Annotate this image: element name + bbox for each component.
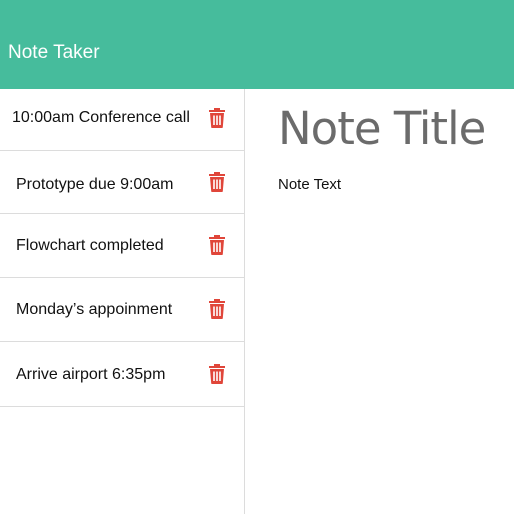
note-list: 10:00am Conference call Prototype due 9:…	[0, 89, 244, 407]
note-list-item[interactable]: 10:00am Conference call	[0, 89, 244, 151]
app-brand[interactable]: Note Taker	[8, 42, 100, 64]
trash-icon[interactable]	[208, 299, 226, 319]
note-text-area[interactable]	[278, 175, 506, 495]
note-item-label: Arrive airport 6:35pm	[16, 366, 166, 383]
note-item-label: Flowchart completed	[16, 237, 164, 254]
app-root: Note Taker 10:00am Conference call Proto…	[0, 0, 514, 514]
note-title-input[interactable]	[278, 101, 510, 157]
note-list-item[interactable]: Prototype due 9:00am	[0, 152, 244, 214]
note-list-item[interactable]: Monday’s appoinment	[0, 279, 244, 342]
navbar: Note Taker	[0, 0, 514, 89]
trash-icon[interactable]	[208, 108, 226, 128]
note-list-item[interactable]: Flowchart completed	[0, 215, 244, 278]
note-list-item[interactable]: Arrive airport 6:35pm	[0, 343, 244, 407]
trash-icon[interactable]	[208, 364, 226, 384]
note-list-panel: 10:00am Conference call Prototype due 9:…	[0, 89, 245, 514]
note-item-label: 10:00am Conference call	[12, 109, 190, 126]
note-item-label: Monday’s appoinment	[16, 301, 173, 318]
trash-icon[interactable]	[208, 235, 226, 255]
note-item-label: Prototype due 9:00am	[16, 176, 174, 193]
trash-icon[interactable]	[208, 172, 226, 192]
note-editor	[246, 89, 514, 514]
